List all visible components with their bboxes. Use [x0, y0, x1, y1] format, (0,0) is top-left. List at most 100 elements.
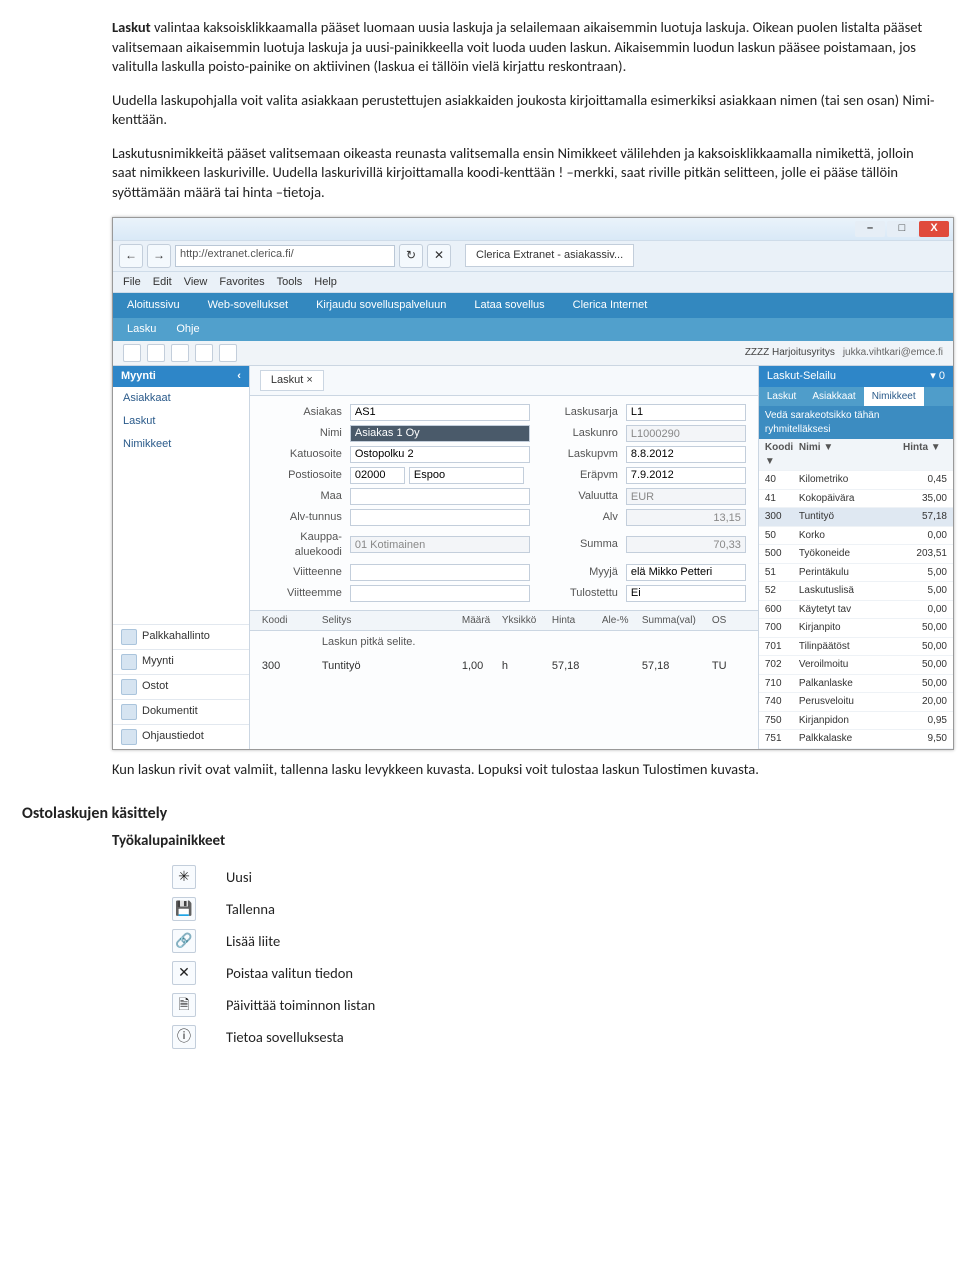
- input-maa[interactable]: [350, 488, 530, 505]
- nimike-row[interactable]: 702Veroilmoitu50,00: [759, 656, 953, 675]
- window-close-button[interactable]: X: [919, 221, 949, 237]
- menu1-2[interactable]: Kirjaudu sovelluspalveluun: [316, 298, 446, 313]
- mod-myynti[interactable]: Myynti: [142, 654, 174, 669]
- input-era[interactable]: [626, 467, 746, 484]
- nav-back-button[interactable]: ←: [119, 244, 143, 268]
- input-viitteenne[interactable]: [350, 564, 530, 581]
- nimike-row[interactable]: 40Kilometriko0,45: [759, 471, 953, 490]
- rcol-hinta[interactable]: Hinta: [903, 442, 928, 453]
- input-nimi[interactable]: [350, 425, 530, 442]
- rrow-h: 5,00: [903, 584, 947, 598]
- nimike-row[interactable]: 600Käytetyt tav0,00: [759, 601, 953, 620]
- tb-print-icon[interactable]: [171, 344, 189, 362]
- filter-icon[interactable]: ▼: [823, 442, 833, 453]
- rrow-k: 41: [765, 492, 799, 506]
- input-myy[interactable]: [626, 564, 746, 581]
- nimike-row[interactable]: 52Laskutuslisä5,00: [759, 582, 953, 601]
- url-input[interactable]: http://extranet.clerica.fi/: [175, 245, 395, 267]
- rrow-k: 600: [765, 603, 799, 617]
- window-maximize-button[interactable]: □: [887, 221, 917, 237]
- invoice-line[interactable]: 300 Tuntityö 1,00 h 57,18 57,18 TU: [250, 656, 758, 677]
- menu1-0[interactable]: Aloitussivu: [127, 298, 180, 313]
- nimike-row[interactable]: 700Kirjanpito50,00: [759, 619, 953, 638]
- menu-view[interactable]: View: [184, 275, 208, 290]
- leftnav-nimikkeet[interactable]: Nimikkeet: [113, 433, 249, 456]
- input-postinro[interactable]: [350, 467, 405, 484]
- nimike-row[interactable]: 740Perusveloitu20,00: [759, 693, 953, 712]
- tool-tietoa: Tietoa sovelluksesta: [226, 1028, 344, 1048]
- line-hinta: 57,18: [552, 659, 602, 674]
- mod-ostot[interactable]: Ostot: [142, 679, 168, 694]
- input-viitteemme[interactable]: [350, 585, 530, 602]
- input-tul[interactable]: [626, 585, 746, 602]
- rrow-h: 50,00: [903, 658, 947, 672]
- tool-paivita: Päivittää toiminnon listan: [226, 996, 375, 1016]
- nimike-row[interactable]: 710Palkanlaske50,00: [759, 675, 953, 694]
- input-postitmp[interactable]: [409, 467, 524, 484]
- nimike-row[interactable]: 50Korko0,00: [759, 527, 953, 546]
- rtab-asiakkaat[interactable]: Asiakkaat: [804, 387, 863, 407]
- leftnav-header: Myynti: [121, 369, 156, 384]
- nimike-row[interactable]: 300Tuntityö57,18: [759, 508, 953, 527]
- filter-icon[interactable]: ▼: [765, 456, 775, 467]
- mod-palkka[interactable]: Palkkahallinto: [142, 629, 210, 644]
- browser-tab[interactable]: Clerica Extranet - asiakassiv...: [465, 244, 634, 267]
- nimike-row[interactable]: 701Tilinpäätöst50,00: [759, 638, 953, 657]
- center-tab-close-icon[interactable]: ×: [306, 374, 312, 386]
- line-yks: h: [502, 659, 552, 674]
- lh-ale: Ale-%: [602, 614, 642, 628]
- menu-edit[interactable]: Edit: [153, 275, 172, 290]
- input-katu[interactable]: [350, 446, 530, 463]
- mod-dokumentit[interactable]: Dokumentit: [142, 704, 198, 719]
- menu-file[interactable]: File: [123, 275, 141, 290]
- menu2-0[interactable]: Lasku: [127, 322, 156, 337]
- menu1-1[interactable]: Web-sovellukset: [208, 298, 289, 313]
- rtab-laskut[interactable]: Laskut: [759, 387, 804, 407]
- rrow-n: Korko: [799, 529, 903, 543]
- rrow-k: 51: [765, 566, 799, 580]
- nimike-row[interactable]: 500Työkoneide203,51: [759, 545, 953, 564]
- app-screenshot: – □ X ← → http://extranet.clerica.fi/ ↻ …: [112, 217, 954, 750]
- center-tab-label[interactable]: Laskut: [271, 374, 303, 386]
- app-menu-primary: Aloitussivu Web-sovellukset Kirjaudu sov…: [113, 293, 953, 318]
- nimike-row[interactable]: 51Perintäkulu5,00: [759, 564, 953, 583]
- leftnav-asiakkaat[interactable]: Asiakkaat: [113, 387, 249, 410]
- lbl-era: Eräpvm: [538, 468, 618, 483]
- refresh-button[interactable]: ↻: [399, 244, 423, 268]
- leftnav-collapse-icon[interactable]: ‹: [237, 369, 241, 384]
- leftnav-laskut[interactable]: Laskut: [113, 410, 249, 433]
- filter-icon[interactable]: ▼: [931, 442, 941, 453]
- input-pvm[interactable]: [626, 446, 746, 463]
- tb-delete-icon[interactable]: [195, 344, 213, 362]
- menu2-1[interactable]: Ohje: [176, 322, 199, 337]
- tb-new-icon[interactable]: [123, 344, 141, 362]
- tb-refresh-icon[interactable]: [219, 344, 237, 362]
- tb-save-icon[interactable]: [147, 344, 165, 362]
- menu-favorites[interactable]: Favorites: [219, 275, 264, 290]
- rcol-koodi[interactable]: Koodi: [765, 442, 793, 453]
- rcol-nimi[interactable]: Nimi: [799, 442, 821, 453]
- lbl-viitteenne: Viitteenne: [262, 565, 342, 580]
- menu1-4[interactable]: Clerica Internet: [573, 298, 648, 313]
- menu1-3[interactable]: Lataa sovellus: [474, 298, 544, 313]
- laskut-lead: Laskut: [112, 18, 151, 36]
- nav-forward-button[interactable]: →: [147, 244, 171, 268]
- input-alvt[interactable]: [350, 509, 530, 526]
- input-asiakas[interactable]: [350, 404, 530, 421]
- refresh-icon: 🗎: [172, 993, 196, 1017]
- stop-button[interactable]: ✕: [427, 244, 451, 268]
- nimike-row[interactable]: 750Kirjanpidon0,95: [759, 712, 953, 731]
- rtab-nimikkeet[interactable]: Nimikkeet: [864, 387, 924, 407]
- window-minimize-button[interactable]: –: [855, 221, 885, 237]
- ro-kauppa[interactable]: 01 Kotimainen: [350, 536, 530, 553]
- p2: Uudella laskupohjalla voit valita asiakk…: [112, 91, 938, 130]
- menu-tools[interactable]: Tools: [277, 275, 303, 290]
- nimike-row[interactable]: 41Kokopäivära35,00: [759, 490, 953, 509]
- mod-ohjaus[interactable]: Ohjaustiedot: [142, 729, 204, 744]
- lbl-katu: Katuosoite: [262, 447, 342, 462]
- user-label: jukka.vihtkari@emce.fi: [843, 346, 943, 360]
- menu-help[interactable]: Help: [314, 275, 337, 290]
- nimike-row[interactable]: 751Palkkalaske9,50: [759, 730, 953, 749]
- input-sarja[interactable]: [626, 404, 746, 421]
- right-pin-icon[interactable]: ▾ 0: [930, 369, 945, 384]
